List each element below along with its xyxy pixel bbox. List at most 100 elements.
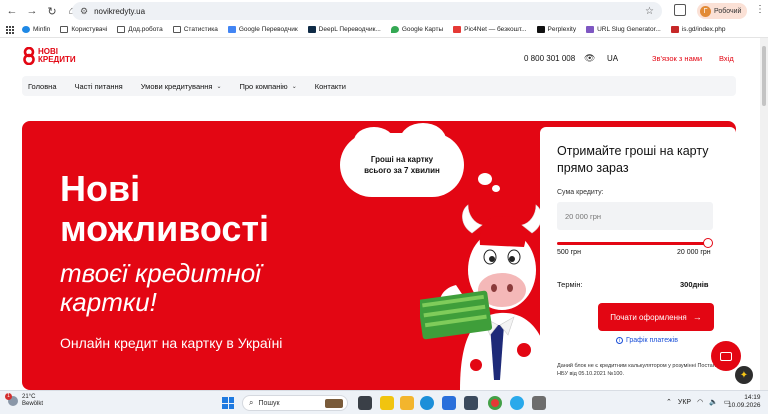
bookmark-item[interactable]: Pic4Net — безкошт... <box>453 26 527 33</box>
bookmark-folder[interactable]: Користувачі <box>60 26 107 33</box>
bookmark-item[interactable]: Google Карты <box>390 26 443 33</box>
bookmark-item[interactable]: is.gd/index.php <box>670 26 726 33</box>
weather-condition: Bewölkt <box>22 401 44 407</box>
start-application-button[interactable]: Почати оформлення → <box>598 303 714 331</box>
payment-schedule-link[interactable]: i Графік платежів <box>616 337 678 344</box>
taskbar-clock[interactable]: 14:19 10.09.2026 <box>728 394 761 410</box>
chevron-down-icon: ⌄ <box>216 83 222 90</box>
nav-item-home[interactable]: Головна <box>28 82 57 91</box>
edge-icon[interactable] <box>420 396 434 410</box>
wifi-icon[interactable]: ◠ <box>697 398 703 406</box>
folder-icon <box>60 26 69 33</box>
windows-start-icon[interactable] <box>222 397 234 409</box>
telegram-icon[interactable] <box>510 396 524 410</box>
bull-mascot-illustration <box>420 204 552 390</box>
slider-min-label: 500 грн <box>557 249 581 256</box>
bookmark-item[interactable]: Minfin <box>22 26 50 33</box>
hero-title: Нові можливості <box>60 168 270 249</box>
language-switch[interactable]: UA <box>607 54 618 63</box>
profile-name: Робочий <box>714 7 742 15</box>
url-text: novikredyty.ua <box>94 6 146 16</box>
chevron-up-icon[interactable]: ⌃ <box>666 398 672 406</box>
sparkle-icon[interactable]: ✦ <box>735 366 753 384</box>
loan-calculator-card: Отримайте гроші на карту прямо зараз Сум… <box>540 127 736 392</box>
amount-slider[interactable] <box>557 242 709 245</box>
bookmark-star-icon[interactable]: ☆ <box>645 6 654 17</box>
term-label: Термін: <box>557 280 583 289</box>
login-link[interactable]: Вхід <box>719 54 734 63</box>
reload-icon[interactable]: ↻ <box>44 3 60 19</box>
profile-avatar: Г <box>700 5 711 17</box>
bookmark-folder[interactable]: Дод.робота <box>117 26 163 33</box>
nav-item-about[interactable]: Про компанію ⌄ <box>240 82 297 91</box>
site-logo[interactable]: НОВІ КРЕДИТИ <box>22 47 76 65</box>
logo-text: НОВІ КРЕДИТИ <box>38 47 76 64</box>
weather-widget[interactable]: 1 21°C Bewölkt <box>5 393 44 408</box>
main-nav: Головна Часті питання Умови кредитування… <box>22 76 736 96</box>
chrome-icon[interactable] <box>488 396 502 410</box>
minfin-icon <box>22 26 30 33</box>
bookmarks-bar: Minfin Користувачі Дод.робота Статистика… <box>0 22 768 38</box>
folder-icon <box>117 26 126 33</box>
page-scrollbar[interactable] <box>760 38 768 390</box>
bookmark-folder[interactable]: Статистика <box>172 26 218 33</box>
pic4net-icon <box>453 26 462 33</box>
perplexity-icon <box>536 26 545 33</box>
calculator-title: Отримайте гроші на карту прямо зараз <box>557 144 709 175</box>
slider-handle[interactable] <box>703 238 713 248</box>
scrollbar-thumb[interactable] <box>762 46 766 106</box>
nav-item-contacts[interactable]: Контакти <box>315 82 346 91</box>
nav-item-faq[interactable]: Часті питання <box>75 82 123 91</box>
browser-toolbar: ← → ↻ ⌂ ⚙ novikredyty.ua ☆ Г Робочий ⋮ <box>0 0 768 22</box>
temperature: 21°C <box>22 394 36 400</box>
cloud-icon: 1 <box>5 393 18 406</box>
search-icon: ⌕ <box>249 398 254 407</box>
site-info-icon[interactable]: ⚙ <box>80 6 88 17</box>
store-icon[interactable] <box>442 396 456 410</box>
forward-icon[interactable]: → <box>24 3 40 19</box>
chat-icon <box>720 351 732 361</box>
site-header <box>0 38 760 74</box>
bookmark-item[interactable]: Perplexity <box>536 26 576 33</box>
back-icon[interactable]: ← <box>4 3 20 19</box>
extensions-icon[interactable] <box>674 4 686 16</box>
info-icon: i <box>616 337 623 344</box>
loan-amount-input[interactable] <box>557 202 713 230</box>
browser-menu-icon[interactable]: ⋮ <box>755 4 765 15</box>
url-slug-icon <box>586 26 595 33</box>
app-icon[interactable] <box>532 396 546 410</box>
slider-max-label: 20 000 грн <box>677 249 711 256</box>
task-view-icon[interactable] <box>358 396 372 410</box>
notification-badge: 1 <box>5 393 12 400</box>
sum-label: Сума кредиту: <box>557 189 604 196</box>
nav-item-credit-terms[interactable]: Умови кредитування ⌄ <box>141 82 222 91</box>
keyboard-language[interactable]: УКР <box>678 399 691 406</box>
profile-button[interactable]: Г Робочий <box>697 3 747 19</box>
bookmark-item[interactable]: URL Slug Generator... <box>586 26 661 33</box>
windows-taskbar: 1 21°C Bewölkt ⌕ Пошук ⌃ УКР ◠ 🔈 ▭ 14:19… <box>0 390 768 414</box>
phone-number[interactable]: 0 800 301 008 <box>524 54 575 63</box>
app-icon[interactable] <box>464 396 478 410</box>
address-bar[interactable]: ⚙ novikredyty.ua ☆ <box>72 2 662 20</box>
speaker-icon[interactable]: 🔈 <box>709 398 718 406</box>
widgets-icon[interactable] <box>380 396 394 410</box>
arrow-right-icon: → <box>692 312 702 322</box>
eye-icon[interactable]: 👁 <box>584 53 595 64</box>
taskbar-search[interactable]: ⌕ Пошук <box>242 395 348 411</box>
folder-icon <box>172 26 181 33</box>
bookmark-item[interactable]: DeepL Переводчик... <box>307 26 381 33</box>
google-translate-icon <box>227 26 236 33</box>
disclaimer-note: Даний блок не є кредитним калькулятором … <box>557 363 725 377</box>
file-explorer-icon[interactable] <box>400 396 414 410</box>
hero-subtitle: Онлайн кредит на картку в Україні <box>60 335 283 351</box>
search-highlight-image <box>325 399 343 408</box>
hero-tagline: твоєї кредитної картки! <box>60 258 261 317</box>
apps-grid-icon[interactable] <box>6 25 14 34</box>
isgd-icon <box>670 26 679 33</box>
bookmark-item[interactable]: Google Переводчик <box>227 26 298 33</box>
term-value: 300днів <box>680 280 709 289</box>
contact-link[interactable]: Зв'язок з нами <box>652 54 702 63</box>
cloud-text: Гроші на картку всього за 7 хвилин <box>364 155 440 175</box>
deepl-icon <box>307 26 316 33</box>
chat-button[interactable] <box>711 341 741 371</box>
